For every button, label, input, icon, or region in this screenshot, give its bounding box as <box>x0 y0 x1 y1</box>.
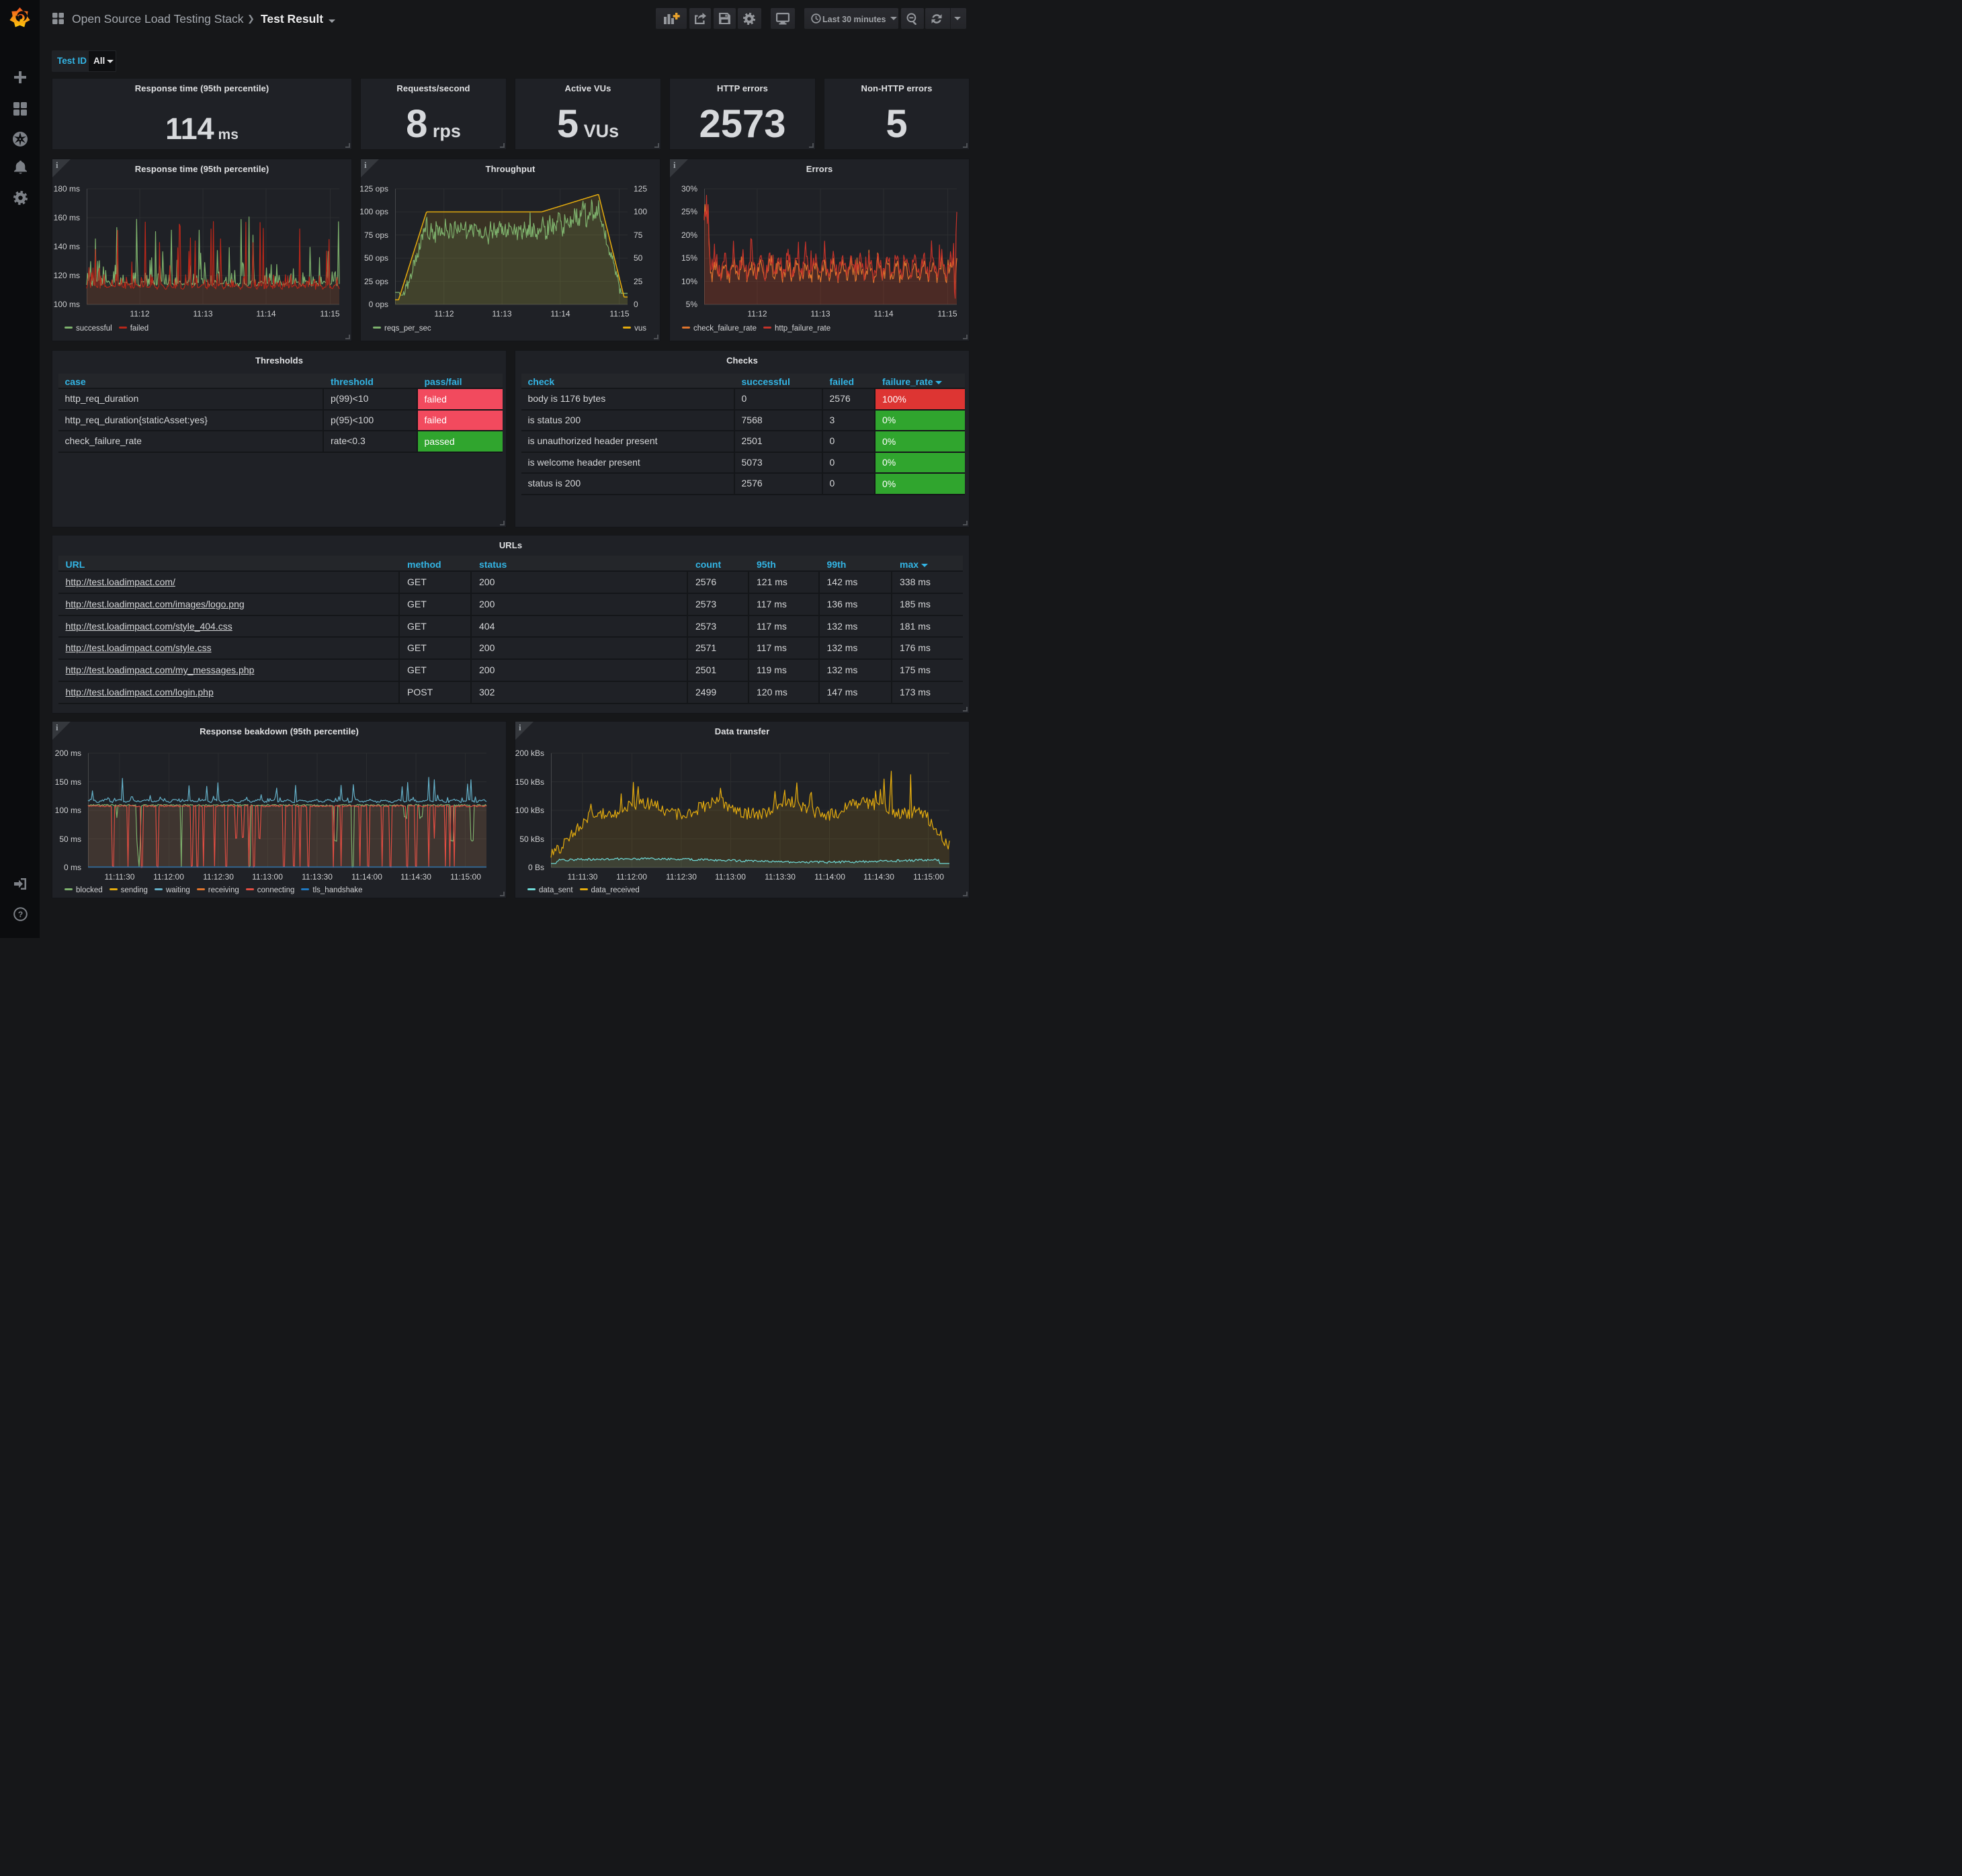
svg-text:?: ? <box>18 910 23 919</box>
